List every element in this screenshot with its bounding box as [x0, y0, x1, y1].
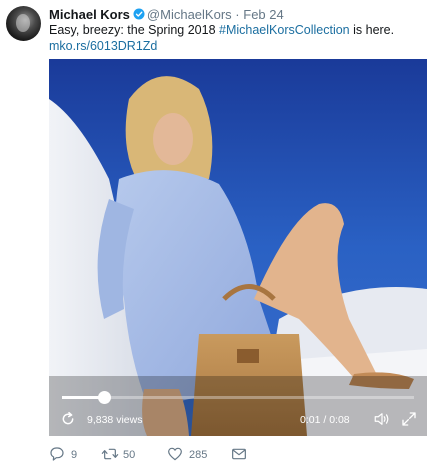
tweet: Michael Kors @MichaelKors · Feb 24 Easy,… [0, 0, 440, 466]
video-controls: 9,838 views 0:01 / 0:08 [49, 409, 427, 433]
video-frame [49, 59, 427, 436]
envelope-icon [232, 448, 246, 460]
retweet-count: 50 [123, 449, 136, 461]
heart-icon [168, 447, 182, 461]
view-count: 9,838 views [87, 414, 143, 426]
tweet-link[interactable]: mko.rs/6013DR1Zd [49, 39, 157, 54]
tweet-text-end: is here. [349, 23, 395, 37]
separator-dot: · [235, 7, 240, 22]
author-handle[interactable]: @MichaelKors [147, 7, 232, 22]
retweet-icon [101, 448, 119, 460]
tweet-actions: 9 50 285 [49, 446, 349, 464]
replay-icon[interactable] [60, 411, 76, 427]
reply-icon [50, 447, 64, 461]
video-progress-bar[interactable] [62, 391, 414, 404]
avatar[interactable] [6, 6, 41, 41]
tweet-header: Michael Kors @MichaelKors · Feb 24 [49, 7, 284, 23]
fullscreen-icon[interactable] [401, 411, 417, 427]
hashtag-link[interactable]: #MichaelKorsCollection [219, 23, 350, 37]
tweet-text: Easy, breezy: the Spring 2018 #MichaelKo… [49, 23, 434, 38]
video-time: 0:01 / 0:08 [300, 414, 350, 426]
verified-badge-icon [133, 8, 145, 20]
tweet-date[interactable]: Feb 24 [243, 7, 283, 22]
tweet-text-start: Easy, breezy: the Spring 2018 [49, 23, 220, 37]
video-player[interactable]: 9,838 views 0:01 / 0:08 [49, 59, 427, 436]
volume-icon[interactable] [373, 410, 391, 428]
like-count: 285 [189, 449, 208, 461]
author-name[interactable]: Michael Kors [49, 7, 130, 22]
reply-count: 9 [71, 449, 78, 461]
